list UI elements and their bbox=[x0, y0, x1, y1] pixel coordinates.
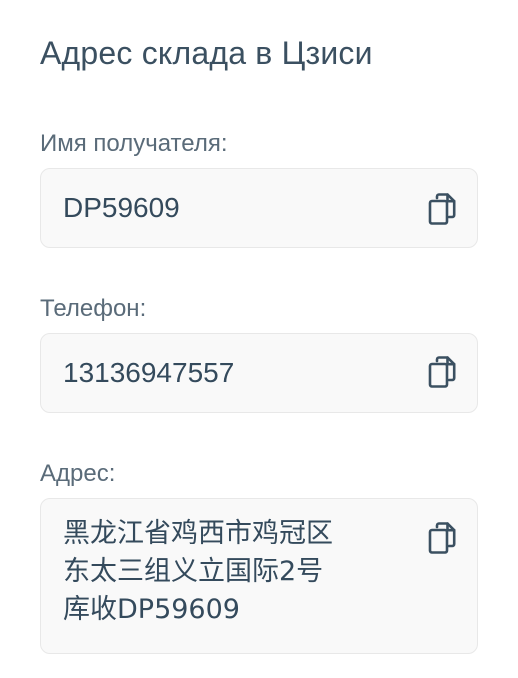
address-value: 黑龙江省鸡西市鸡冠区 东太三组义立国际2号 库收DP59609 bbox=[63, 518, 333, 625]
page-title: Адрес склада в Цзиси bbox=[40, 35, 373, 71]
copy-phone-button[interactable] bbox=[428, 356, 456, 388]
copy-recipient-name-button[interactable] bbox=[428, 193, 456, 225]
copy-icon bbox=[428, 356, 456, 388]
address-label: Адрес: bbox=[40, 460, 116, 487]
recipient-name-value: DP59609 bbox=[63, 192, 180, 223]
copy-address-button[interactable] bbox=[428, 522, 456, 554]
recipient-name-label: Имя получателя: bbox=[40, 130, 228, 157]
phone-value: 13136947557 bbox=[63, 357, 235, 388]
phone-label: Телефон: bbox=[40, 295, 147, 322]
copy-icon bbox=[428, 522, 456, 554]
warehouse-address-card: Адрес склада в Цзиси Имя получателя: DP5… bbox=[0, 0, 518, 678]
phone-field: 13136947557 bbox=[40, 333, 478, 413]
recipient-name-field: DP59609 bbox=[40, 168, 478, 248]
address-field: 黑龙江省鸡西市鸡冠区 东太三组义立国际2号 库收DP59609 bbox=[40, 498, 478, 654]
copy-icon bbox=[428, 193, 456, 225]
